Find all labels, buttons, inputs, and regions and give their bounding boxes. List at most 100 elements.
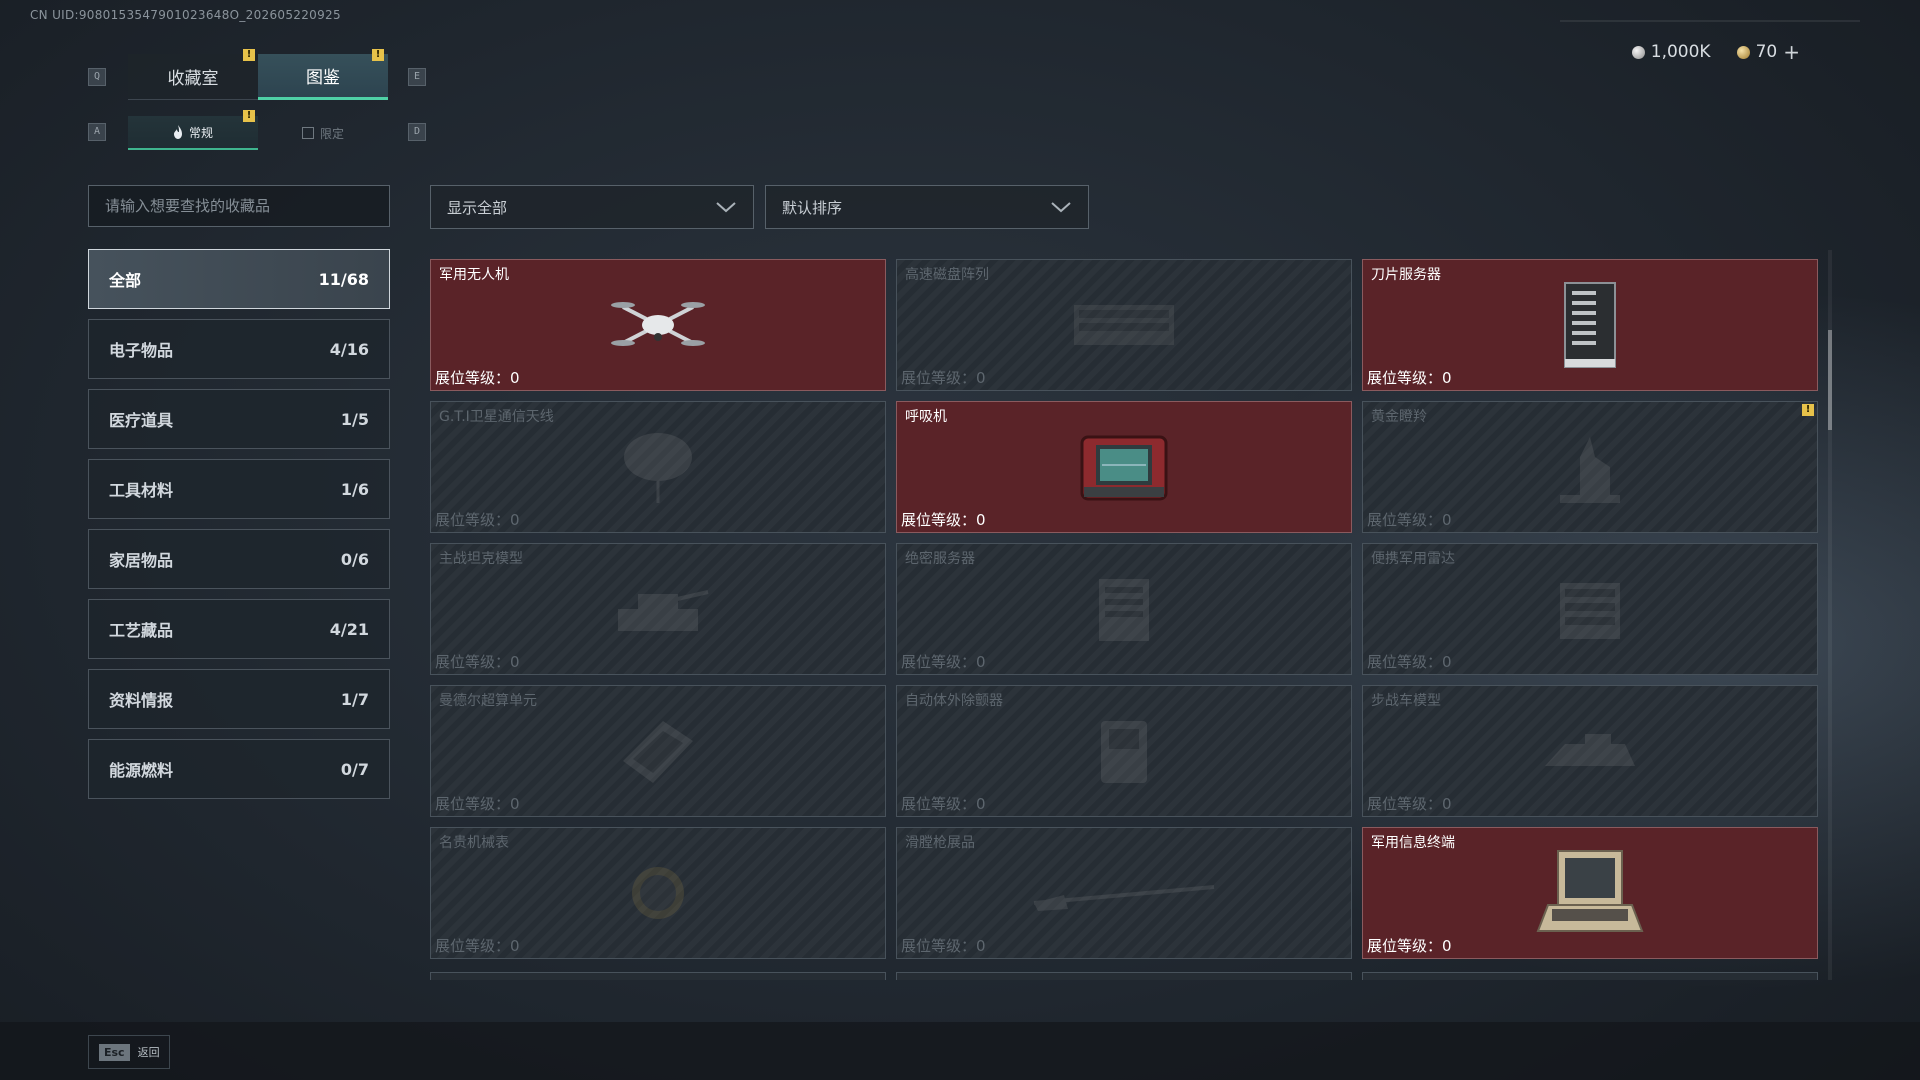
item-level: 展位等级：0 <box>901 937 986 955</box>
item-level: 展位等级：0 <box>1367 369 1452 387</box>
collection-card[interactable]: G.T.I卫星通信天线 展位等级：0 <box>430 401 886 533</box>
key-hint-q: Q <box>88 68 106 86</box>
gold-coin-icon <box>1736 45 1750 59</box>
disk-array-icon <box>1074 305 1174 345</box>
bottom-bar <box>0 1022 1920 1080</box>
subtab-limited[interactable]: 限定 <box>258 116 388 150</box>
collection-card-partial[interactable] <box>430 972 886 980</box>
collection-card-partial[interactable] <box>896 972 1352 980</box>
musket-icon <box>1033 885 1215 911</box>
collection-card-partial[interactable] <box>1362 972 1818 980</box>
item-name: 绝密服务器 <box>905 551 975 567</box>
collection-card[interactable]: 自动体外除颤器 展位等级：0 <box>896 685 1352 817</box>
collection-card[interactable]: 主战坦克模型 展位等级：0 <box>430 543 886 675</box>
sort-value: 默认排序 <box>782 198 843 217</box>
category-count: 0/6 <box>340 549 369 569</box>
subtab-regular[interactable]: 常规 <box>128 116 258 150</box>
category-electronics[interactable]: 电子物品 4/16 <box>88 319 390 379</box>
item-level: 展位等级：0 <box>901 653 986 671</box>
gazelle-statue-icon <box>1560 437 1620 503</box>
collection-card[interactable]: 绝密服务器 展位等级：0 <box>896 543 1352 675</box>
item-name: 高速磁盘阵列 <box>905 267 989 283</box>
esc-key-icon: Esc <box>99 1043 130 1061</box>
item-name: 黄金瞪羚 <box>1371 409 1427 425</box>
back-button[interactable]: Esc 返回 <box>88 1035 170 1069</box>
silver-coin-icon <box>1631 45 1645 59</box>
item-name: 名贵机械表 <box>439 835 509 851</box>
category-crafts[interactable]: 工艺藏品 4/21 <box>88 599 390 659</box>
back-label: 返回 <box>137 1046 160 1059</box>
collection-card[interactable]: 便携军用雷达 展位等级：0 <box>1362 543 1818 675</box>
collection-card[interactable]: 刀片服务器 展位等级：0 <box>1362 259 1818 391</box>
item-level: 展位等级：0 <box>435 369 520 387</box>
item-level: 展位等级：0 <box>901 369 986 387</box>
subtab-limited-label: 限定 <box>319 126 344 141</box>
category-label: 工具材料 <box>109 481 174 500</box>
category-label: 能源燃料 <box>109 761 174 780</box>
chevron-down-icon <box>1051 202 1071 213</box>
collection-card[interactable]: 军用信息终端 展位等级：0 <box>1362 827 1818 959</box>
notification-badge: ! <box>1802 404 1814 416</box>
chevron-down-icon <box>716 202 736 213</box>
item-name: 自动体外除颤器 <box>905 693 1003 709</box>
category-count: 1/7 <box>340 689 369 709</box>
silver-amount: 1,000K <box>1650 42 1711 62</box>
defibrillator-icon <box>1101 721 1147 783</box>
item-name: G.T.I卫星通信天线 <box>439 409 554 425</box>
item-name: 曼德尔超算单元 <box>439 693 537 709</box>
category-household[interactable]: 家居物品 0/6 <box>88 529 390 589</box>
tab-collection-room[interactable]: 收藏室 <box>128 54 258 100</box>
item-level: 展位等级：0 <box>435 937 520 955</box>
flame-icon <box>173 125 182 139</box>
category-all[interactable]: 全部 11/68 <box>88 249 390 309</box>
collection-card[interactable]: 高速磁盘阵列 展位等级：0 <box>896 259 1352 391</box>
category-count: 4/16 <box>329 339 369 359</box>
supercomputer-unit-icon <box>623 721 693 783</box>
category-energy[interactable]: 能源燃料 0/7 <box>88 739 390 799</box>
grid-scroll-thumb[interactable] <box>1828 330 1832 430</box>
drone-icon <box>611 302 705 346</box>
collection-card[interactable]: 滑膛枪展品 展位等级：0 <box>896 827 1352 959</box>
category-count: 11/68 <box>318 269 369 289</box>
ifv-model-icon <box>1545 734 1635 766</box>
tab-catalog[interactable]: 图鉴 <box>258 54 388 100</box>
server-icon <box>1099 579 1149 641</box>
key-hint-e: E <box>408 68 426 86</box>
category-label: 资料情报 <box>109 691 174 710</box>
item-name: 步战车模型 <box>1371 693 1441 709</box>
ventilator-icon <box>1080 435 1168 501</box>
search-input[interactable] <box>88 185 390 227</box>
category-intel[interactable]: 资料情报 1/7 <box>88 669 390 729</box>
add-currency-button[interactable]: + <box>1783 40 1800 64</box>
info-terminal-icon <box>1536 850 1644 932</box>
gold-amount: 70 <box>1755 42 1778 62</box>
collection-card[interactable]: 步战车模型 展位等级：0 <box>1362 685 1818 817</box>
collection-card[interactable]: 呼吸机 展位等级：0 <box>896 401 1352 533</box>
category-label: 全部 <box>109 271 142 290</box>
collection-grid: 军用无人机 展位等级：0 高速磁盘阵列 展位等级：0 刀片服务器 展位等级：0 … <box>430 247 1818 980</box>
item-name: 滑膛枪展品 <box>905 835 975 851</box>
category-label: 医疗道具 <box>109 411 174 430</box>
category-tools[interactable]: 工具材料 1/6 <box>88 459 390 519</box>
collection-card[interactable]: 军用无人机 展位等级：0 <box>430 259 886 391</box>
collection-card[interactable]: 曼德尔超算单元 展位等级：0 <box>430 685 886 817</box>
show-filter-dropdown[interactable]: 显示全部 <box>430 185 754 229</box>
category-count: 1/5 <box>340 409 369 429</box>
notification-badge: ! <box>372 49 384 61</box>
key-hint-a: A <box>88 123 106 141</box>
silver-currency: 1,000K <box>1631 42 1711 62</box>
item-level: 展位等级：0 <box>435 511 520 529</box>
category-label: 电子物品 <box>109 341 174 360</box>
category-medical[interactable]: 医疗道具 1/5 <box>88 389 390 449</box>
top-divider <box>1560 20 1860 22</box>
item-level: 展位等级：0 <box>1367 937 1452 955</box>
collection-card[interactable]: 名贵机械表 展位等级：0 <box>430 827 886 959</box>
limited-icon <box>301 127 314 139</box>
sort-dropdown[interactable]: 默认排序 <box>765 185 1089 229</box>
notification-badge: ! <box>243 110 255 122</box>
item-name: 便携军用雷达 <box>1371 551 1455 567</box>
item-name: 军用无人机 <box>439 267 509 283</box>
item-name: 呼吸机 <box>905 409 947 425</box>
tank-model-icon <box>618 590 709 631</box>
collection-card[interactable]: 黄金瞪羚 展位等级：0 <box>1362 401 1818 533</box>
